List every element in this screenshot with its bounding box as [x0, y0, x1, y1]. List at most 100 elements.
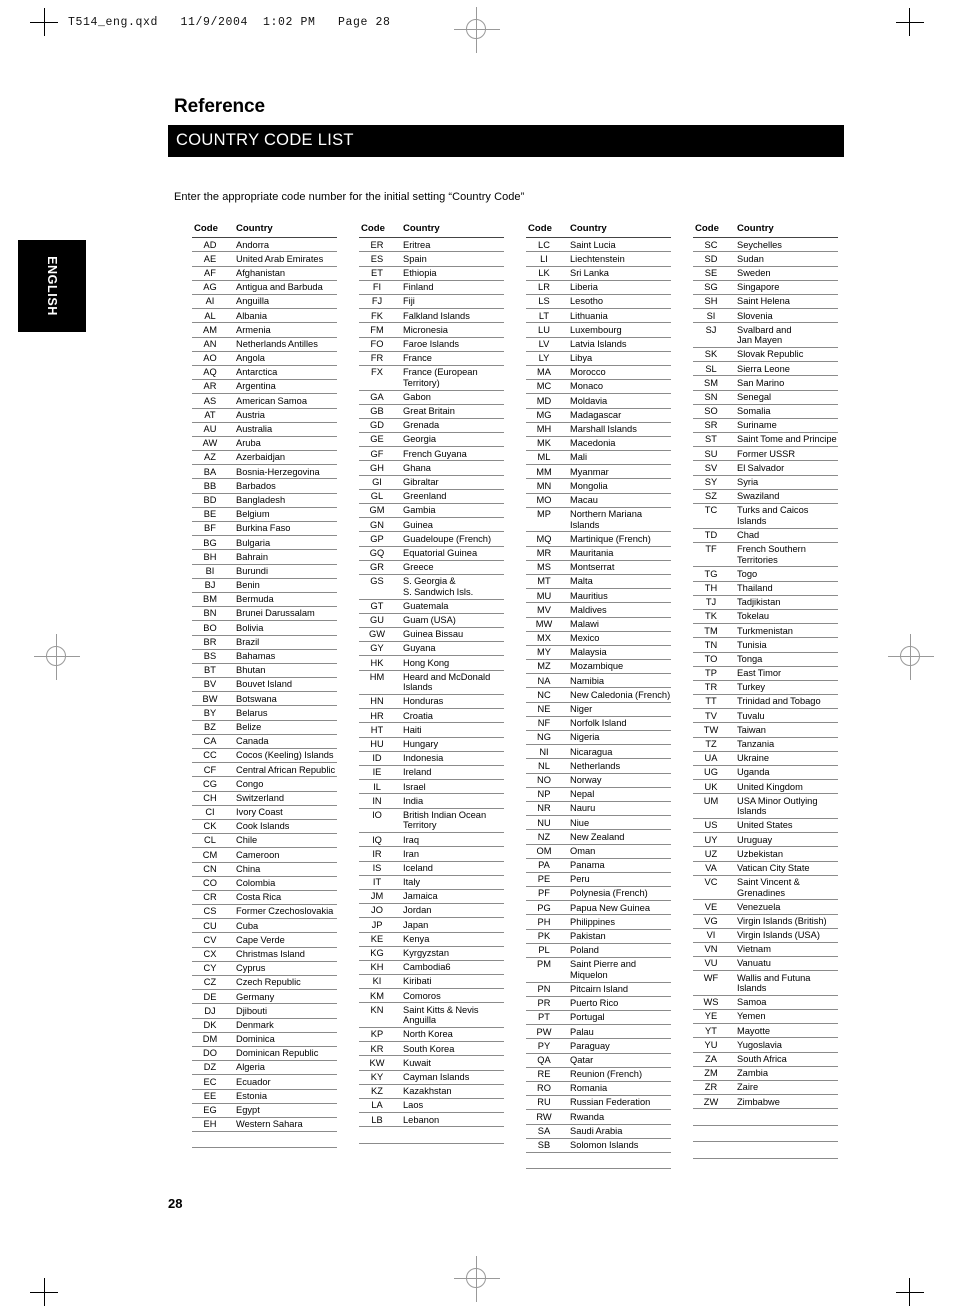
country-name-cell: Aruba [232, 436, 337, 452]
table-row: FI Finland [359, 280, 504, 296]
table-row: UZ Uzbekistan [693, 846, 838, 862]
table-row: TM Turkmenistan [693, 623, 838, 639]
country-code-cell: AD [192, 237, 232, 253]
country-code-cell: BM [192, 592, 232, 608]
table-row: TR Turkey [693, 680, 838, 696]
table-row: BW Botswana [192, 691, 337, 707]
table-row-continuation: S. Sandwich Isls. [359, 586, 504, 600]
table-row: AN Netherlands Antilles [192, 337, 337, 352]
table-row: GN Guinea [359, 517, 504, 533]
country-code-cell: CZ [192, 975, 232, 991]
country-name-cell: Gambia [399, 503, 504, 519]
country-name-cell: Kiribati [399, 974, 504, 990]
table-row: HN Honduras [359, 694, 504, 710]
table-row: CV Cape Verde [192, 932, 337, 948]
country-code-cell: CO [192, 876, 232, 891]
table-row: FK Falkland Islands [359, 308, 504, 324]
country-name-cell: Somalia [733, 404, 838, 419]
country-name-cell: Tuvalu [733, 708, 838, 724]
country-code-cell: MU [526, 588, 566, 604]
country-name-cell: Sri Lanka [566, 266, 671, 281]
country-code-cell: LS [526, 294, 566, 310]
country-name-cell: Singapore [733, 280, 838, 296]
country-code-cell: GP [359, 531, 399, 547]
country-code-cell: NE [526, 702, 566, 717]
country-name-cell: Guinea [399, 517, 504, 533]
table-row: SV El Salvador [693, 460, 838, 476]
country-name-cell: Kenya [399, 932, 504, 947]
country-code-cell: PT [526, 1010, 566, 1026]
country-code-cell: EG [192, 1103, 232, 1118]
country-name-cell: Fiji [399, 294, 504, 310]
country-code-cell: UA [693, 751, 733, 767]
country-name-cell: Ivory Coast [232, 805, 337, 820]
country-code-cell: NF [526, 716, 566, 732]
country-code-cell: UG [693, 765, 733, 781]
table-row: BN Brunei Darussalam [192, 606, 337, 622]
country-code-cell: IS [359, 861, 399, 876]
table-row: GQ Equatorial Guinea [359, 546, 504, 561]
country-name-cell: Togo [733, 566, 838, 582]
country-name-cell: Barbados [232, 478, 337, 494]
country-name-cell: Puerto Rico [566, 996, 671, 1012]
table-row: IE Ireland [359, 765, 504, 781]
country-name-cell: France (European [403, 367, 478, 378]
country-name-cell: Polynesia (French) [566, 886, 671, 902]
country-name-cell: Mayotte [733, 1023, 838, 1039]
table-row: GS S. Georgia & [359, 574, 504, 586]
country-name-cell: Mozambique [566, 659, 671, 675]
country-code-cell: SV [693, 460, 733, 476]
table-row: PA Panama [526, 858, 671, 873]
table-row: MS Montserrat [526, 560, 671, 575]
column-header-code: Code [693, 223, 733, 239]
country-code-cell: IN [359, 793, 399, 809]
country-code-cell: TK [693, 609, 733, 625]
country-code-cell: PM [526, 957, 566, 983]
country-code-cell: AF [192, 266, 232, 281]
country-code-cell: MP [526, 507, 566, 533]
country-name-cell: Qatar [566, 1053, 671, 1068]
country-code-cell: LC [526, 237, 566, 253]
table-row: TP East Timor [693, 666, 838, 681]
country-name-cell: Comoros [399, 988, 504, 1004]
table-row: BS Bahamas [192, 649, 337, 664]
table-row: AG Antigua and Barbuda [192, 280, 337, 296]
table-row: UA Ukraine [693, 751, 838, 767]
country-name-cell: Reunion (French) [566, 1067, 671, 1082]
empty-cell [733, 1108, 838, 1126]
table-row: NF Norfolk Island [526, 716, 671, 732]
country-code-cell: UK [693, 779, 733, 795]
table-row: SH Saint Helena [693, 294, 838, 310]
country-code-cell: UM [703, 795, 719, 806]
country-name-cell: Greenland [399, 489, 504, 505]
country-name-cell-continued: S. Sandwich Isls. [399, 586, 504, 600]
table-row: AM Armenia [192, 322, 337, 338]
country-name-cell: Latvia Islands [566, 337, 671, 352]
country-code-cell: GN [359, 517, 399, 533]
table-row: SK Slovak Republic [693, 347, 838, 363]
country-name-cell: Angola [232, 351, 337, 366]
country-name-cell: Ukraine [733, 751, 838, 767]
table-row: KG Kyrgyzstan [359, 946, 504, 961]
country-code-cell: ZM [693, 1066, 733, 1082]
table-row: NR Nauru [526, 801, 671, 817]
table-row: TJ Tadjikistan [693, 595, 838, 610]
table-row: MA Morocco [526, 365, 671, 381]
country-code-cell: BT [192, 663, 232, 679]
table-row: SM San Marino [693, 375, 838, 391]
table-row: TF French Southern [693, 542, 838, 554]
country-name-cell: Indonesia [399, 751, 504, 767]
country-name-cell: Japan [399, 917, 504, 933]
country-code-table: Code Country LC Saint Lucia LI Liechtenstein L… [526, 223, 671, 1170]
country-name-cell: Bermuda [232, 592, 337, 608]
country-code-cell: CK [192, 819, 232, 835]
country-name-cell: Pakistan [566, 929, 671, 944]
country-code-cell: JM [359, 889, 399, 905]
country-name-cell: Oman [566, 844, 671, 859]
country-code-cell-empty [693, 335, 733, 348]
country-code-cell: ZA [693, 1052, 733, 1067]
table-row: HU Hungary [359, 737, 504, 752]
country-code-cell: SY [693, 475, 733, 490]
table-row: KW Kuwait [359, 1055, 504, 1071]
table-header-row: Code Country [526, 223, 671, 239]
